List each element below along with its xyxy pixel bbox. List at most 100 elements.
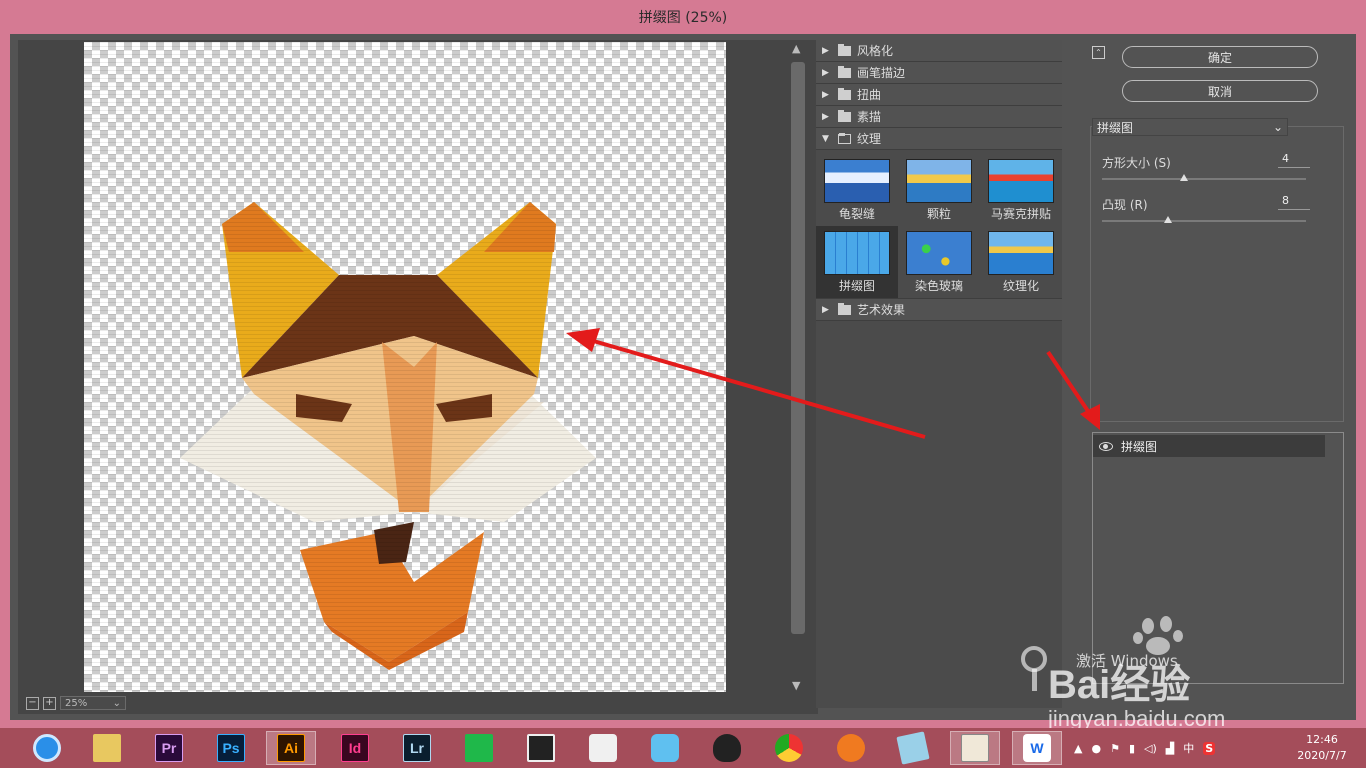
taskbar: Pr Ps Ai Id Lr W ▲ ● ⚑ ▮ ◁) ▟ 中 S 12:46 … <box>0 728 1366 768</box>
zoom-in-button[interactable]: + <box>43 696 56 710</box>
thumb-grain[interactable]: 颗粒 <box>898 154 980 226</box>
taskbar-app-indesign[interactable]: Id <box>330 731 380 765</box>
relief-slider[interactable] <box>1102 220 1306 222</box>
thumb-stained-glass[interactable]: 染色玻璃 <box>898 226 980 298</box>
taskbar-app-qq[interactable] <box>702 731 752 765</box>
category-distort[interactable]: ▶ 扭曲 <box>816 84 1062 106</box>
collapse-arrow-icon: ▼ <box>822 133 829 144</box>
sogou-icon[interactable]: S <box>1203 741 1216 755</box>
square-size-knob[interactable] <box>1180 174 1188 181</box>
expand-arrow-icon: ▶ <box>822 89 829 100</box>
category-artistic[interactable]: ▶ 艺术效果 <box>816 298 1062 321</box>
zoom-out-button[interactable]: − <box>26 696 39 710</box>
thumb-image <box>824 231 890 275</box>
filter-select-value: 拼缀图 <box>1097 120 1134 135</box>
paw-icon <box>1133 616 1183 655</box>
clock[interactable]: 12:46 2020/7/7 <box>1290 732 1354 764</box>
chrome-icon <box>775 734 803 762</box>
thumb-image <box>988 159 1054 203</box>
square-size-slider[interactable] <box>1102 178 1306 180</box>
scroll-up-arrow-icon[interactable]: ▲ <box>792 42 800 55</box>
thumb-image <box>988 231 1054 275</box>
flag-icon[interactable]: ⚑ <box>1110 742 1120 755</box>
scrollbar-thumb[interactable] <box>791 62 805 634</box>
expand-arrow-icon: ▶ <box>822 304 829 315</box>
scroll-down-arrow-icon[interactable]: ▼ <box>792 679 800 692</box>
foxmail-icon <box>837 734 865 762</box>
ok-button[interactable]: 确定 <box>1122 46 1318 68</box>
film-icon <box>527 734 555 762</box>
thumb-texturizer[interactable]: 纹理化 <box>980 226 1062 298</box>
preview-area: ▲ ▼ − + 25% ⌄ <box>18 40 818 714</box>
thumb-image <box>824 159 890 203</box>
folder-icon <box>93 734 121 762</box>
square-size-input[interactable]: 4 <box>1278 152 1310 168</box>
folder-icon <box>838 65 851 78</box>
editor-icon <box>465 734 493 762</box>
filter-select[interactable]: 拼缀图 ⌄ <box>1092 118 1288 136</box>
category-texture[interactable]: ▼ 纹理 <box>816 128 1062 150</box>
eye-icon[interactable] <box>1099 441 1113 451</box>
taskbar-app-paint[interactable] <box>950 731 1000 765</box>
qq-penguin-icon <box>713 734 741 762</box>
taskbar-app-premiere[interactable]: Pr <box>144 731 194 765</box>
qq-tray-icon[interactable]: ● <box>1091 742 1101 755</box>
system-tray: ▲ ● ⚑ ▮ ◁) ▟ 中 S <box>1074 728 1216 768</box>
zoom-select[interactable]: 25% ⌄ <box>60 696 126 710</box>
taskbar-app-store[interactable] <box>578 731 628 765</box>
network-icon[interactable]: ▟ <box>1166 742 1174 755</box>
clock-date: 2020/7/7 <box>1297 749 1347 762</box>
preview-canvas[interactable] <box>84 42 726 692</box>
category-brush-strokes[interactable]: ▶ 画笔描边 <box>816 62 1062 84</box>
relief-knob[interactable] <box>1164 216 1172 223</box>
effect-layer-row[interactable]: 拼缀图 <box>1093 435 1325 457</box>
baidu-logo: Bai经验 <box>1048 663 1191 707</box>
window-title: 拼缀图 (25%) <box>638 10 728 26</box>
thumb-mosaic-tiles[interactable]: 马赛克拼贴 <box>980 154 1062 226</box>
taskbar-app-wps[interactable]: W <box>1012 731 1062 765</box>
expand-arrow-icon: ▶ <box>822 45 829 56</box>
folder-icon <box>838 109 851 122</box>
browser-icon <box>33 734 61 762</box>
cancel-button[interactable]: 取消 <box>1122 80 1318 102</box>
taskbar-app-lightroom[interactable]: Lr <box>392 731 442 765</box>
taskbar-app-illustrator[interactable]: Ai <box>266 731 316 765</box>
fox-image <box>84 42 726 692</box>
filter-gallery: ▶ 风格化 ▶ 画笔描边 ▶ 扭曲 ▶ 素描 ▼ 纹理 龟裂缝 颗粒 马赛克拼贴… <box>816 40 1062 708</box>
expand-arrow-icon: ▶ <box>822 67 829 78</box>
chevron-down-icon: ⌄ <box>1272 120 1283 134</box>
zoom-value: 25% <box>65 697 88 709</box>
relief-input[interactable]: 8 <box>1278 194 1310 210</box>
notes-icon <box>896 731 930 765</box>
thumb-image <box>906 231 972 275</box>
zoom-controls: − + 25% ⌄ <box>26 694 126 712</box>
tray-expand-icon[interactable]: ▲ <box>1074 742 1082 755</box>
app-icon <box>589 734 617 762</box>
taskbar-app-explorer[interactable] <box>82 731 132 765</box>
assistant-icon <box>651 734 679 762</box>
battery-icon[interactable]: ▮ <box>1129 742 1135 755</box>
taskbar-app-video[interactable] <box>516 731 566 765</box>
taskbar-app-photoshop[interactable]: Ps <box>206 731 256 765</box>
window-title-bar: 拼缀图 (25%) <box>0 0 1366 34</box>
settings-panel: ⌃ 确定 取消 拼缀图 ⌄ 方形大小 (S) 4 凸现 (R) 8 拼缀图 <box>1076 40 1356 720</box>
category-sketch[interactable]: ▶ 素描 <box>816 106 1062 128</box>
taskbar-app-foxmail[interactable] <box>826 731 876 765</box>
category-stylize[interactable]: ▶ 风格化 <box>816 40 1062 62</box>
folder-icon <box>838 43 851 56</box>
chevron-down-icon: ⌄ <box>112 697 121 709</box>
volume-icon[interactable]: ◁) <box>1144 742 1157 755</box>
effect-layer-name: 拼缀图 <box>1121 439 1158 454</box>
taskbar-app-editor[interactable] <box>454 731 504 765</box>
taskbar-app-qqbrowser[interactable] <box>22 731 72 765</box>
thumb-craquelure[interactable]: 龟裂缝 <box>816 154 898 226</box>
thumb-patchwork[interactable]: 拼缀图 <box>816 226 898 298</box>
taskbar-app-chrome[interactable] <box>764 731 814 765</box>
clock-time: 12:46 <box>1306 733 1338 746</box>
open-folder-icon <box>838 132 851 144</box>
taskbar-app-notes[interactable] <box>888 731 938 765</box>
taskbar-app-assistant[interactable] <box>640 731 690 765</box>
collapse-gallery-icon[interactable]: ⌃ <box>1092 46 1105 59</box>
preview-scrollbar[interactable]: ▲ ▼ <box>790 42 806 692</box>
ime-indicator[interactable]: 中 <box>1183 740 1194 756</box>
